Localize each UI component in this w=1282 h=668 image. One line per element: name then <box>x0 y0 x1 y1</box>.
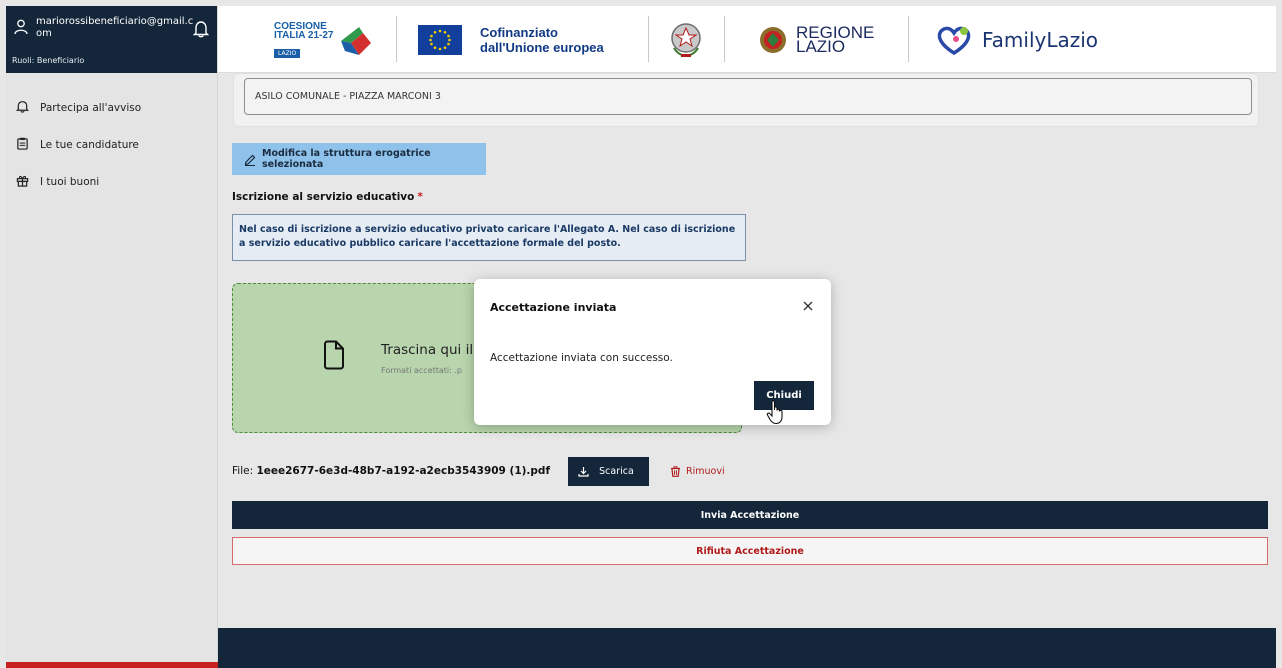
close-icon[interactable] <box>799 297 817 315</box>
dialog-message: Accettazione inviata con successo. <box>490 352 673 364</box>
app-window: mariorossibeneficiario@gmail.com Ruoli: … <box>6 6 1276 668</box>
hand-cursor-icon <box>766 400 783 425</box>
dialog-title: Accettazione inviata <box>490 301 617 314</box>
